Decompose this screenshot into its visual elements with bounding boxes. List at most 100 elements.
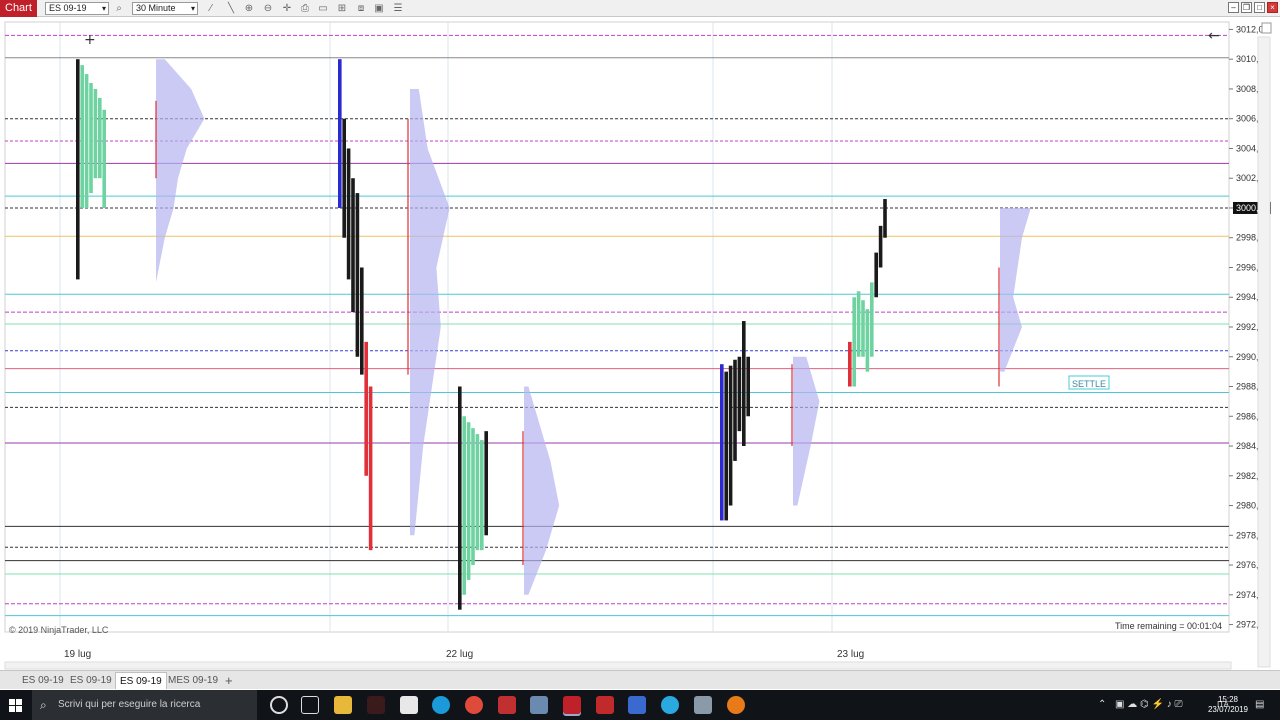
chevron-down-icon: ▾ bbox=[101, 4, 106, 13]
tpo-column-3-0 bbox=[720, 364, 724, 521]
search-icon: ⌕ bbox=[40, 698, 47, 712]
tray-icons[interactable]: ▣ ☁ ⌬ ⚡ ♪ ⎚ bbox=[1115, 690, 1183, 720]
app-icon-6[interactable] bbox=[498, 696, 516, 714]
taskbar-clock[interactable]: 15:28 23/07/2019 bbox=[1208, 695, 1248, 715]
tpo-column-3-5 bbox=[742, 321, 746, 447]
tpo-column-2-4 bbox=[475, 434, 480, 551]
x-label-1: 22 lug bbox=[446, 649, 473, 660]
settle-label: SETTLE bbox=[1072, 379, 1106, 389]
tpo-column-4-3 bbox=[861, 300, 865, 357]
tpo-column-4-2 bbox=[856, 291, 861, 357]
tab-mes[interactable]: MES 09-19 bbox=[164, 672, 222, 689]
list-icon[interactable]: ☰ bbox=[391, 2, 405, 15]
app-icon-7[interactable] bbox=[530, 696, 548, 714]
tray-up-icon[interactable]: ⌃ bbox=[1098, 690, 1106, 720]
ninjatrader-icon[interactable] bbox=[563, 696, 581, 714]
close-button[interactable]: × bbox=[1267, 2, 1278, 13]
zoom-out-icon[interactable]: ⊖ bbox=[261, 2, 275, 15]
zoom-in-icon[interactable]: ⊕ bbox=[242, 2, 256, 15]
tpo-column-3-6 bbox=[746, 356, 750, 417]
tpo-column-2-0 bbox=[458, 386, 462, 610]
notifications-icon[interactable]: ▤ bbox=[1255, 690, 1264, 720]
telegram-icon[interactable] bbox=[661, 696, 679, 714]
tab-es-2[interactable]: ES 09-19 bbox=[66, 672, 116, 689]
x-label-2: 23 lug bbox=[837, 649, 864, 660]
x-label-0: 19 lug bbox=[64, 649, 91, 660]
instrument-selector[interactable]: ES 09-19 ▾ bbox=[45, 2, 109, 15]
tpo-column-3-2 bbox=[728, 365, 733, 506]
axis-menu-button[interactable] bbox=[1261, 22, 1272, 34]
chevron-down-icon: ▾ bbox=[190, 4, 195, 13]
tpo-column-0-6 bbox=[102, 109, 106, 208]
tpo-column-1-0 bbox=[338, 59, 342, 208]
add-tab-button[interactable]: + bbox=[221, 672, 237, 689]
tpo-column-3-3 bbox=[733, 359, 737, 461]
snapshot-icon[interactable]: ▣ bbox=[372, 2, 386, 15]
windows-taskbar: ⌕ Scrivi qui per eseguire la ricerca ⌃ ▣ … bbox=[0, 690, 1280, 720]
tpo-column-4-5 bbox=[870, 282, 874, 357]
horizontal-scrollbar[interactable] bbox=[4, 661, 1232, 670]
minimize-button[interactable]: – bbox=[1228, 2, 1239, 13]
crosshair-cursor-icon: + bbox=[84, 32, 96, 48]
tpo-column-4-8 bbox=[883, 199, 887, 238]
arrow-left-icon[interactable]: ← bbox=[1208, 28, 1220, 44]
tpo-column-1-7 bbox=[368, 386, 373, 551]
windows-start-icon[interactable] bbox=[0, 690, 32, 720]
time-remaining-text: Time remaining = 00:01:04 bbox=[1115, 621, 1222, 631]
tpo-column-0-1 bbox=[80, 65, 84, 208]
interval-selector[interactable]: 30 Minute ▾ bbox=[132, 2, 198, 15]
tpo-column-4-0 bbox=[848, 341, 852, 387]
tpo-column-4-4 bbox=[865, 309, 870, 372]
indicators-icon[interactable]: ⧈ bbox=[354, 2, 368, 15]
tpo-column-1-4 bbox=[355, 193, 360, 357]
time-axis: 19 lug 22 lug 23 lug bbox=[64, 649, 864, 660]
chart-tab-strip: ES 09-19 ES 09-19 ES 09-19 MES 09-19 + bbox=[0, 670, 1280, 689]
cortana-icon[interactable] bbox=[270, 696, 288, 714]
draw-line-icon[interactable]: ╲ bbox=[224, 2, 238, 15]
maximize-button[interactable]: □ bbox=[1254, 2, 1265, 13]
instrument-value: ES 09-19 bbox=[49, 3, 87, 13]
app-icon-12[interactable] bbox=[694, 696, 712, 714]
app-red-icon[interactable] bbox=[367, 696, 385, 714]
templates-icon[interactable]: ▭ bbox=[316, 2, 330, 15]
restore-button[interactable]: ❐ bbox=[1241, 2, 1252, 13]
task-view-icon[interactable] bbox=[301, 696, 319, 714]
tpo-column-3-1 bbox=[724, 371, 728, 521]
interval-value: 30 Minute bbox=[136, 3, 176, 13]
app-icon-9[interactable] bbox=[596, 696, 614, 714]
calculator-icon[interactable] bbox=[400, 696, 418, 714]
tpo-column-2-1 bbox=[462, 416, 466, 595]
tpo-column-1-6 bbox=[364, 341, 368, 476]
tpo-column-1-3 bbox=[351, 178, 355, 313]
copyright-text: © 2019 NinjaTrader, LLC bbox=[9, 625, 109, 635]
app-icon-10[interactable] bbox=[628, 696, 646, 714]
app-label[interactable]: Chart bbox=[0, 0, 37, 17]
skype-icon[interactable] bbox=[432, 696, 450, 714]
file-explorer-icon[interactable] bbox=[334, 696, 352, 714]
chrome-icon[interactable] bbox=[465, 696, 483, 714]
tpo-column-1-5 bbox=[360, 267, 364, 375]
bar-type-icon[interactable]: ⁄ bbox=[204, 2, 218, 15]
tpo-column-1-1 bbox=[342, 118, 346, 238]
taskbar-search[interactable]: ⌕ Scrivi qui per eseguire la ricerca bbox=[32, 690, 257, 720]
chart-toolbar: Chart ES 09-19 ▾ ⌕ 30 Minute ▾ ⁄ ╲ ⊕ ⊖ ✛ ⎙… bbox=[0, 0, 1280, 17]
tpo-column-0-3 bbox=[89, 83, 93, 194]
tab-es-3[interactable]: ES 09-19 bbox=[115, 672, 167, 689]
vertical-scrollbar[interactable] bbox=[1257, 36, 1271, 668]
search-icon[interactable]: ⌕ bbox=[112, 2, 126, 15]
market-profile-chart[interactable]: 3012,003010,003008,003006,003004,003002,… bbox=[0, 17, 1280, 670]
tpo-column-4-1 bbox=[852, 297, 856, 387]
tpo-column-2-6 bbox=[484, 431, 488, 536]
tpo-column-2-2 bbox=[466, 422, 471, 580]
tpo-column-0-2 bbox=[84, 74, 89, 208]
firefox-icon[interactable] bbox=[727, 696, 745, 714]
tab-es-1[interactable]: ES 09-19 bbox=[18, 672, 68, 689]
strategies-icon[interactable]: ⊞ bbox=[335, 2, 349, 15]
tpo-column-4-6 bbox=[874, 252, 878, 298]
tpo-column-0-0 bbox=[76, 59, 80, 280]
tpo-column-2-5 bbox=[480, 440, 484, 551]
properties-icon[interactable]: ⎙ bbox=[298, 2, 312, 15]
tpo-column-3-4 bbox=[737, 356, 742, 432]
crosshair-icon[interactable]: ✛ bbox=[280, 2, 294, 15]
tpo-column-4-7 bbox=[878, 225, 883, 268]
